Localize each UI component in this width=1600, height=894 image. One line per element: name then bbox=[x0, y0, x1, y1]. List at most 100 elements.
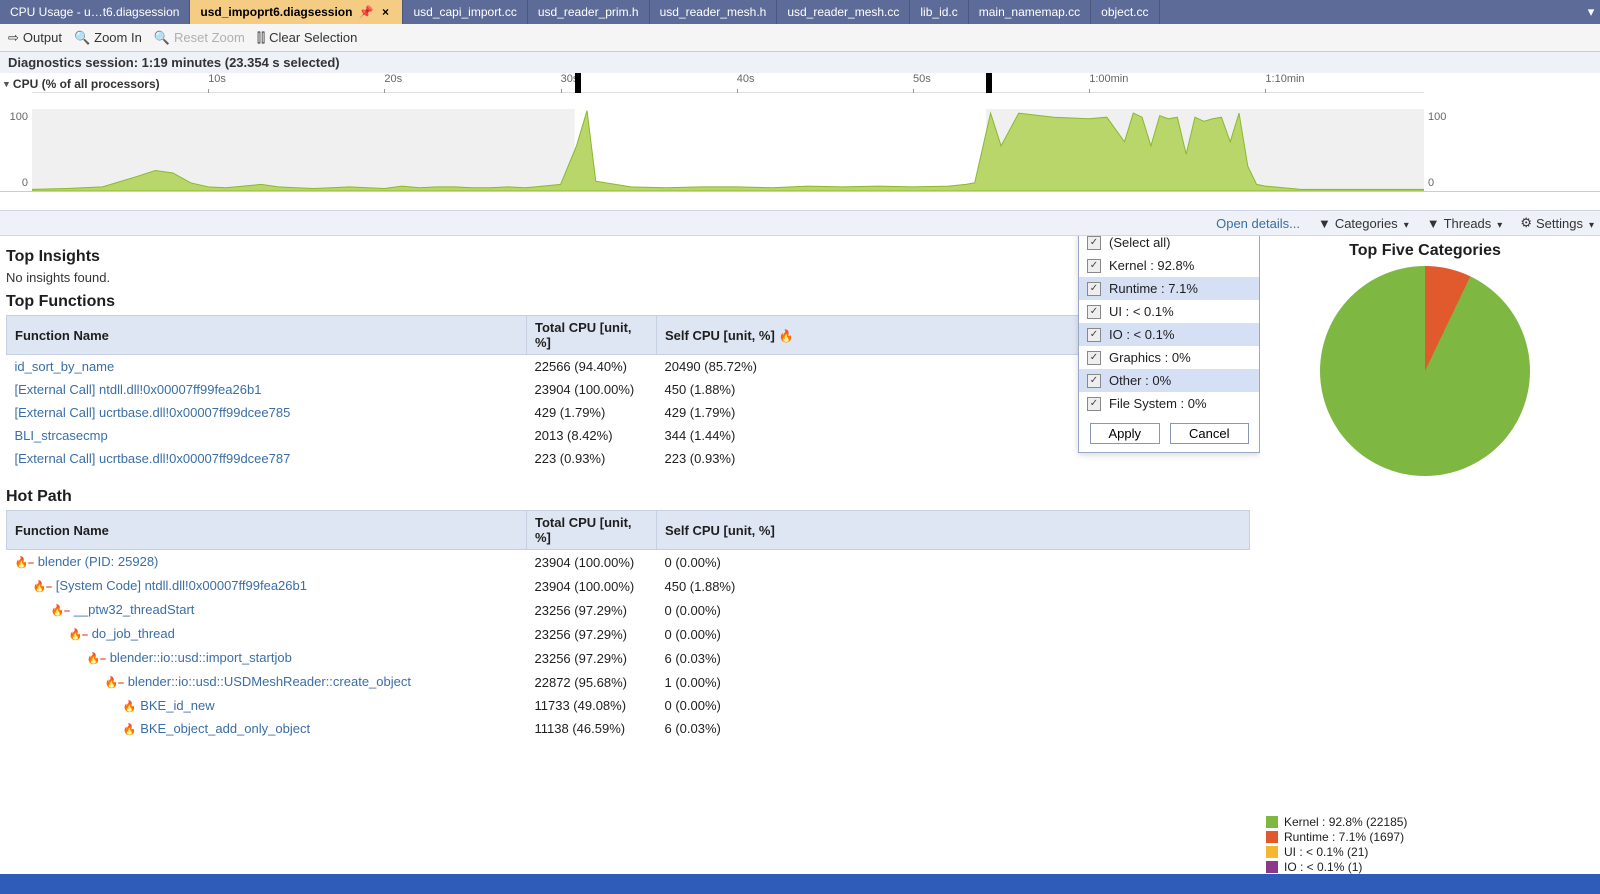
col-self-cpu[interactable]: Self CPU [unit, %] bbox=[657, 511, 1250, 550]
diag-toolbar: ⇨ Output 🔍 Zoom In 🔍 Reset Zoom ⫿⫿ Clear… bbox=[0, 24, 1600, 52]
function-link[interactable]: blender::io::usd::USDMeshReader::create_… bbox=[128, 674, 411, 689]
legend-label: IO : < 0.1% (1) bbox=[1284, 860, 1362, 874]
function-link[interactable]: __ptw32_threadStart bbox=[74, 602, 195, 617]
status-bar bbox=[0, 874, 1600, 894]
function-link[interactable]: BLI_strcasecmp bbox=[15, 428, 108, 443]
timeline-tick: 50s bbox=[913, 73, 931, 85]
tab-7[interactable]: main_namemap.cc bbox=[969, 0, 1091, 24]
function-link[interactable]: BKE_id_new bbox=[140, 698, 214, 713]
tab-label: main_namemap.cc bbox=[979, 5, 1080, 19]
selection-end-handle[interactable] bbox=[986, 73, 992, 93]
flame-path-icon: 🔥⎯ bbox=[105, 677, 124, 689]
checkbox-icon[interactable]: ✓ bbox=[1087, 282, 1101, 296]
category-option[interactable]: ✓Other : 0% bbox=[1079, 369, 1259, 392]
category-option[interactable]: ✓ (Select all) bbox=[1079, 236, 1259, 254]
tab-1[interactable]: usd_impoprt6.diagsession 📌 × bbox=[190, 0, 403, 24]
output-button[interactable]: ⇨ Output bbox=[8, 30, 62, 46]
col-function-name[interactable]: Function Name bbox=[7, 316, 527, 355]
legend-item: Runtime : 7.1% (1697) bbox=[1266, 830, 1407, 844]
legend-label: Runtime : 7.1% (1697) bbox=[1284, 830, 1404, 844]
function-link[interactable]: [External Call] ucrtbase.dll!0x00007ff99… bbox=[15, 451, 291, 466]
table-row: 🔥⎯ blender::io::usd::USDMeshReader::creat… bbox=[7, 670, 1250, 694]
tab-3[interactable]: usd_reader_prim.h bbox=[528, 0, 650, 24]
clear-selection-button[interactable]: ⫿⫿ Clear Selection bbox=[257, 30, 357, 46]
checkbox-icon[interactable]: ✓ bbox=[1087, 259, 1101, 273]
tab-label: object.cc bbox=[1101, 5, 1148, 19]
zoom-in-button[interactable]: 🔍 Zoom In bbox=[74, 30, 142, 46]
flame-icon: 🔥 bbox=[123, 724, 137, 736]
threads-dropdown[interactable]: ▼ Threads bbox=[1427, 216, 1503, 231]
table-row: 🔥⎯__ptw32_threadStart23256 (97.29%)0 (0.… bbox=[7, 598, 1250, 622]
close-icon[interactable]: × bbox=[378, 5, 392, 19]
checkbox-icon[interactable]: ✓ bbox=[1087, 328, 1101, 342]
tab-8[interactable]: object.cc bbox=[1091, 0, 1159, 24]
zoom-in-label: Zoom In bbox=[94, 30, 142, 45]
function-link[interactable]: blender (PID: 25928) bbox=[38, 554, 159, 569]
cpu-ymin-left: 0 bbox=[22, 177, 28, 189]
table-row: id_sort_by_name22566 (94.40%)20490 (85.7… bbox=[7, 355, 1250, 379]
tab-5[interactable]: usd_reader_mesh.cc bbox=[777, 0, 910, 24]
categories-dropdown[interactable]: ▼ Categories bbox=[1318, 216, 1409, 231]
tab-overflow-button[interactable]: ▾ bbox=[1582, 0, 1600, 24]
cpu-ymin-right: 0 bbox=[1428, 177, 1434, 189]
col-total-cpu[interactable]: Total CPU [unit, %] bbox=[527, 511, 657, 550]
self-cpu-cell: 1 (0.00%) bbox=[657, 670, 1250, 694]
tab-label: usd_impoprt6.diagsession bbox=[200, 5, 352, 19]
category-option[interactable]: ✓ Kernel : 92.8% bbox=[1079, 254, 1259, 277]
timeline-tick: 1:00min bbox=[1089, 73, 1128, 85]
tab-6[interactable]: lib_id.c bbox=[910, 0, 968, 24]
tab-2[interactable]: usd_capi_import.cc bbox=[403, 0, 527, 24]
function-link[interactable]: [System Code] ntdll.dll!0x00007ff99fea26… bbox=[56, 578, 307, 593]
table-row: BLI_strcasecmp2013 (8.42%)344 (1.44%) bbox=[7, 424, 1250, 447]
timeline-tick: 40s bbox=[737, 73, 755, 85]
category-option[interactable]: ✓Graphics : 0% bbox=[1079, 346, 1259, 369]
magnifier-minus-icon: 🔍 bbox=[154, 30, 170, 46]
checkbox-icon[interactable]: ✓ bbox=[1087, 397, 1101, 411]
apply-button[interactable]: Apply bbox=[1090, 423, 1161, 444]
legend-label: Kernel : 92.8% (22185) bbox=[1284, 815, 1407, 829]
tab-4[interactable]: usd_reader_mesh.h bbox=[650, 0, 778, 24]
category-option-label: Runtime : 7.1% bbox=[1109, 281, 1198, 296]
cpu-usage-chart[interactable] bbox=[32, 109, 1424, 191]
cpu-y-axis-right: 100 0 bbox=[1424, 109, 1600, 191]
function-link[interactable]: [External Call] ntdll.dll!0x00007ff99fea… bbox=[15, 382, 262, 397]
category-option[interactable]: ✓IO : < 0.1% bbox=[1079, 323, 1259, 346]
settings-dropdown[interactable]: ⚙ Settings bbox=[1520, 215, 1594, 231]
cancel-button[interactable]: Cancel bbox=[1170, 423, 1248, 444]
tab-label: usd_capi_import.cc bbox=[413, 5, 516, 19]
legend-swatch bbox=[1266, 831, 1278, 843]
categories-menu: ✓ (Select all) ✓ Kernel : 92.8% ✓ Runtime : 7… bbox=[1078, 236, 1260, 453]
legend-swatch bbox=[1266, 846, 1278, 858]
function-link[interactable]: BKE_object_add_only_object bbox=[140, 721, 310, 736]
clear-selection-label: Clear Selection bbox=[269, 30, 357, 45]
category-option-label: Kernel : 92.8% bbox=[1109, 258, 1194, 273]
checkbox-icon[interactable]: ✓ bbox=[1087, 236, 1101, 250]
pin-icon[interactable]: 📌 bbox=[358, 5, 372, 19]
checkbox-icon[interactable]: ✓ bbox=[1087, 305, 1101, 319]
category-option-label: (Select all) bbox=[1109, 236, 1170, 250]
col-total-cpu[interactable]: Total CPU [unit, %] bbox=[527, 316, 657, 355]
function-link[interactable]: do_job_thread bbox=[92, 626, 175, 641]
checkbox-icon[interactable]: ✓ bbox=[1087, 374, 1101, 388]
self-cpu-cell: 0 (0.00%) bbox=[657, 550, 1250, 575]
self-cpu-cell: 0 (0.00%) bbox=[657, 694, 1250, 717]
selection-start-handle[interactable] bbox=[575, 73, 581, 93]
category-option[interactable]: ✓ UI : < 0.1% bbox=[1079, 300, 1259, 323]
total-cpu-cell: 11733 (49.08%) bbox=[527, 694, 657, 717]
col-function-name[interactable]: Function Name bbox=[7, 511, 527, 550]
function-link[interactable]: [External Call] ucrtbase.dll!0x00007ff99… bbox=[15, 405, 291, 420]
filter-icon: ▼ bbox=[1427, 216, 1440, 231]
category-option[interactable]: ✓File System : 0% bbox=[1079, 392, 1259, 415]
category-option-label: UI : < 0.1% bbox=[1109, 304, 1174, 319]
timeline-ruler[interactable]: 10s20s30s40s50s1:00min1:10min bbox=[32, 73, 1424, 93]
categories-label: Categories bbox=[1335, 216, 1398, 231]
open-details-link[interactable]: Open details... bbox=[1216, 216, 1300, 231]
chevron-down-icon bbox=[1402, 216, 1409, 231]
tab-0[interactable]: CPU Usage - u…t6.diagsession bbox=[0, 0, 190, 24]
function-link[interactable]: id_sort_by_name bbox=[15, 359, 115, 374]
checkbox-icon[interactable]: ✓ bbox=[1087, 351, 1101, 365]
legend-label: UI : < 0.1% (21) bbox=[1284, 845, 1368, 859]
legend-item: Kernel : 92.8% (22185) bbox=[1266, 815, 1407, 829]
function-link[interactable]: blender::io::usd::import_startjob bbox=[110, 650, 292, 665]
category-option[interactable]: ✓ Runtime : 7.1% bbox=[1079, 277, 1259, 300]
